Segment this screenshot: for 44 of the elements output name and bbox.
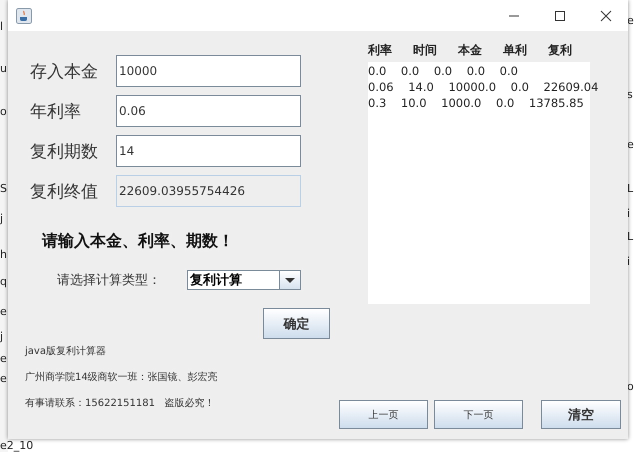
result-line: 0.3 10.0 1000.0 0.0 13785.85 <box>368 96 584 112</box>
calc-type-dropdown[interactable]: 复利计算 <box>187 270 301 290</box>
column-header: 复利 <box>548 42 572 58</box>
close-icon[interactable] <box>600 10 612 22</box>
background-text: u <box>0 62 7 76</box>
prompt-text: 请输入本金、利率、期数！ <box>42 231 235 252</box>
field-label: 复利期数 <box>30 140 99 162</box>
calc-type-label: 请选择计算类型： <box>57 272 162 289</box>
page-button[interactable]: 下一页 <box>434 400 523 429</box>
background-text: h <box>0 248 7 262</box>
input-field[interactable]: 14 <box>116 135 301 167</box>
column-header: 本金 <box>458 42 482 58</box>
background-text: S <box>0 182 7 196</box>
confirm-button[interactable]: 确定 <box>263 308 330 339</box>
footer-text: java版复利计算器 <box>25 345 107 359</box>
column-header: 时间 <box>413 42 437 58</box>
field-label: 年利率 <box>30 100 82 122</box>
background-text: e <box>0 305 7 319</box>
field-label: 存入本金 <box>30 60 99 82</box>
background-text: j <box>0 330 4 344</box>
background-text: q <box>0 275 7 289</box>
background-text: e2_10 <box>0 440 34 452</box>
footer-text: 有事请联系：15622151181 盗版必究！ <box>25 397 216 411</box>
java-cup-icon <box>16 8 32 24</box>
column-header: 单利 <box>503 42 527 58</box>
background-text: l <box>0 20 4 34</box>
input-field[interactable]: 10000 <box>116 55 301 87</box>
background-text: o <box>0 105 7 119</box>
background-text: j <box>0 212 4 226</box>
input-field[interactable]: 0.06 <box>116 95 301 127</box>
background-text: L <box>627 182 634 196</box>
field-label: 复利终值 <box>30 180 99 202</box>
background-text: e <box>0 352 7 366</box>
footer-text: 广州商学院14级商软一班：张国镜、彭宏亮 <box>25 371 219 385</box>
background-text: i <box>627 255 630 269</box>
maximize-icon[interactable] <box>554 10 566 22</box>
result-line: 0.0 0.0 0.0 0.0 0.0 <box>368 64 518 80</box>
result-line: 0.06 14.0 10000.0 0.0 22609.04 <box>368 80 598 96</box>
column-header: 利率 <box>368 42 392 58</box>
background-text: i <box>627 207 630 221</box>
background-text: L <box>627 230 634 244</box>
page-button[interactable]: 清空 <box>541 400 621 429</box>
page-button[interactable]: 上一页 <box>339 400 428 429</box>
background-text: e <box>0 372 7 386</box>
